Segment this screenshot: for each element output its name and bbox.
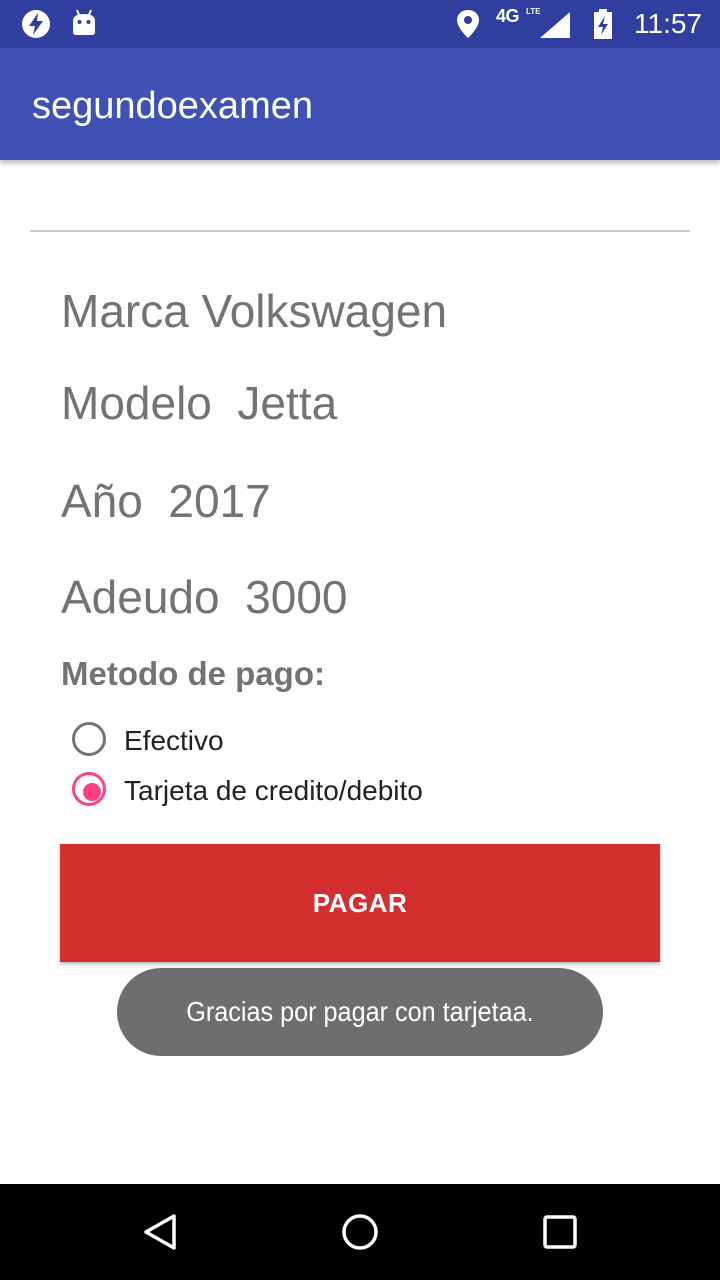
bolt-icon: [22, 10, 50, 38]
network-type: 4G: [496, 6, 520, 26]
radio-card-label[interactable]: Tarjeta de credito/debito: [124, 774, 423, 808]
radio-card[interactable]: Tarjeta de credito/debito: [70, 770, 570, 814]
pay-button[interactable]: PAGAR: [60, 844, 660, 962]
toast-message: Gracias por pagar con tarjetaa.: [186, 996, 534, 1027]
home-icon[interactable]: [336, 1208, 384, 1256]
app-bar: segundoexamen: [0, 48, 720, 160]
brand-text: Marca Volkswagen: [61, 285, 448, 337]
location-icon: [457, 10, 479, 38]
app-title: segundoexamen: [32, 85, 313, 127]
debt-text: Adeudo 3000: [61, 571, 348, 623]
pay-button-label: PAGAR: [312, 887, 408, 918]
radio-cash[interactable]: Efectivo: [70, 720, 570, 764]
radio-cash-label[interactable]: Efectivo: [124, 724, 224, 758]
radio-dot: [83, 783, 101, 801]
signal-icon: [540, 12, 570, 38]
divider: [30, 230, 690, 232]
radio-unchecked-icon[interactable]: [72, 722, 106, 756]
battery-charging-icon: [594, 9, 612, 39]
navigation-bar: [0, 1184, 720, 1280]
android-icon: [73, 9, 95, 35]
status-bar: 4G LTE 11:57: [0, 0, 720, 48]
payment-method-label: Metodo de pago:: [61, 655, 325, 692]
status-time: 11:57: [634, 8, 702, 39]
model-text: Modelo Jetta: [61, 377, 338, 429]
radio-checked-icon[interactable]: [72, 772, 106, 806]
year-text: Año 2017: [61, 475, 271, 527]
toast: Gracias por pagar con tarjetaa.: [117, 968, 603, 1056]
recent-apps-icon[interactable]: [536, 1208, 584, 1256]
back-icon[interactable]: [136, 1208, 184, 1256]
